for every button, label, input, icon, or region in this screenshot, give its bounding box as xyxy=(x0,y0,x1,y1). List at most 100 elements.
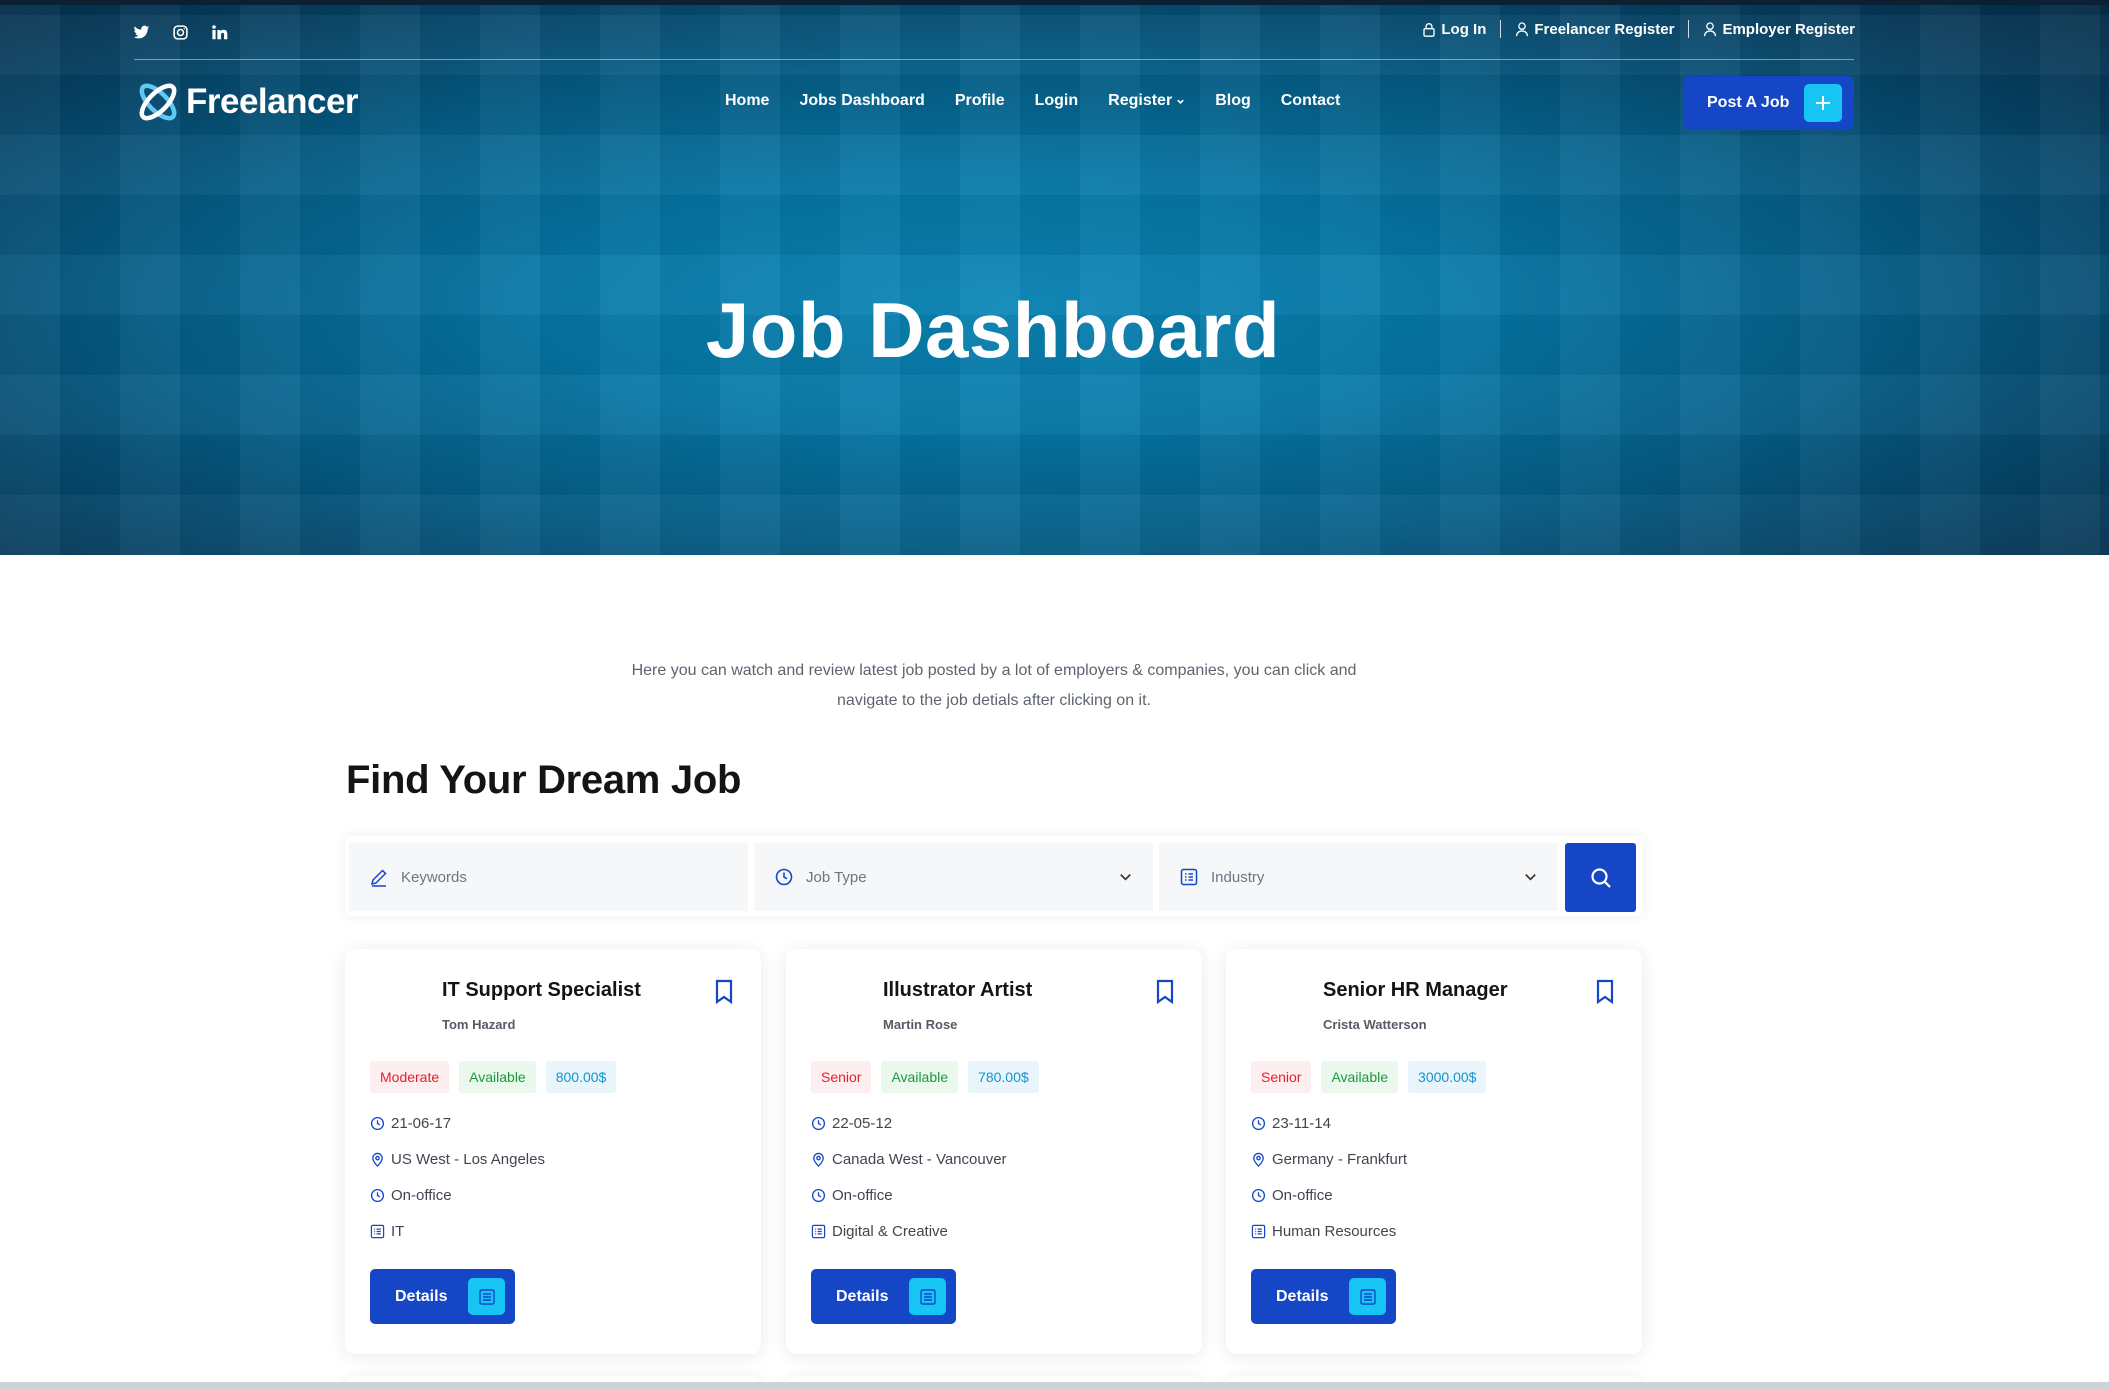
job-location: US West - Los Angeles xyxy=(370,1151,545,1168)
clock-icon xyxy=(775,868,793,886)
freelancer-logo-icon xyxy=(139,83,177,121)
nav-home[interactable]: Home xyxy=(725,92,769,110)
job-mode-text: On-office xyxy=(1272,1187,1333,1204)
search-icon xyxy=(1590,867,1611,888)
keywords-input[interactable]: Keywords xyxy=(349,843,748,911)
details-label: Details xyxy=(395,1287,448,1305)
intro-text: Here you can watch and review latest job… xyxy=(560,656,1428,716)
document-icon xyxy=(468,1278,505,1315)
nav-register[interactable]: Register xyxy=(1108,92,1185,110)
job-date-text: 23-11-14 xyxy=(1272,1115,1331,1132)
search-button[interactable] xyxy=(1565,843,1636,912)
job-date: 23-11-14 xyxy=(1251,1115,1331,1132)
top-auth-links: Log In Freelancer Register Employer Regi… xyxy=(1422,20,1855,38)
status-badge: Available xyxy=(459,1061,536,1093)
document-icon xyxy=(909,1278,946,1315)
clock-icon xyxy=(370,1188,385,1203)
job-industry: IT xyxy=(370,1223,404,1240)
user-icon xyxy=(1704,21,1717,36)
job-card[interactable]: Illustrator Artist Martin Rose Senior Av… xyxy=(786,949,1202,1354)
job-location: Germany - Frankfurt xyxy=(1251,1151,1407,1168)
job-badges: Moderate Available 800.00$ xyxy=(370,1061,617,1093)
price-badge: 800.00$ xyxy=(545,1061,617,1093)
header-divider xyxy=(134,59,1854,60)
details-button[interactable]: Details xyxy=(370,1269,515,1324)
linkedin-icon[interactable] xyxy=(207,20,231,44)
details-label: Details xyxy=(1276,1287,1329,1305)
job-industry-text: Digital & Creative xyxy=(832,1223,948,1240)
hero-banner: Log In Freelancer Register Employer Regi… xyxy=(0,0,2109,555)
nav-blog[interactable]: Blog xyxy=(1215,92,1251,110)
job-location-text: Canada West - Vancouver xyxy=(832,1151,1007,1168)
chevron-down-icon xyxy=(1120,874,1131,881)
status-badge: Available xyxy=(1321,1061,1399,1093)
document-icon xyxy=(1349,1278,1386,1315)
chevron-down-icon xyxy=(1177,99,1184,104)
details-button[interactable]: Details xyxy=(811,1269,956,1324)
job-date: 22-05-12 xyxy=(811,1115,892,1132)
nav-register-label: Register xyxy=(1108,92,1173,109)
job-mode-text: On-office xyxy=(391,1187,452,1204)
job-title: Senior HR Manager xyxy=(1323,979,1508,1001)
location-pin-icon xyxy=(1253,1152,1264,1167)
job-location: Canada West - Vancouver xyxy=(811,1151,1007,1168)
clock-icon xyxy=(1251,1188,1266,1203)
employer-register-link[interactable]: Employer Register xyxy=(1703,21,1855,38)
user-icon xyxy=(1516,21,1529,36)
instagram-icon[interactable] xyxy=(168,20,192,44)
clock-icon xyxy=(811,1116,826,1131)
nav-login[interactable]: Login xyxy=(1035,92,1079,110)
details-button[interactable]: Details xyxy=(1251,1269,1396,1324)
clock-icon xyxy=(370,1116,385,1131)
location-pin-icon xyxy=(372,1152,383,1167)
freelancer-register-link[interactable]: Freelancer Register xyxy=(1515,21,1674,38)
nav-profile[interactable]: Profile xyxy=(955,92,1005,110)
job-industry-text: IT xyxy=(391,1223,405,1240)
horizontal-scrollbar[interactable] xyxy=(0,1382,2109,1389)
job-search-bar: Keywords Job Type Industry xyxy=(345,836,1643,916)
job-title: IT Support Specialist xyxy=(442,979,641,1001)
lock-icon xyxy=(1423,22,1436,37)
freelancer-register-label: Freelancer Register xyxy=(1534,20,1675,38)
bookmark-icon[interactable] xyxy=(713,979,735,1005)
price-badge: 3000.00$ xyxy=(1408,1061,1487,1093)
job-card[interactable]: IT Support Specialist Tom Hazard Moderat… xyxy=(345,949,761,1354)
job-type-select[interactable]: Job Type xyxy=(754,843,1153,911)
job-date-text: 22-05-12 xyxy=(832,1115,893,1132)
list-icon xyxy=(1180,868,1198,886)
divider xyxy=(1688,20,1690,38)
clock-icon xyxy=(811,1188,826,1203)
nav-contact[interactable]: Contact xyxy=(1281,92,1341,110)
section-title: Find Your Dream Job xyxy=(346,758,742,802)
plus-icon xyxy=(1804,84,1842,122)
job-card[interactable]: Senior HR Manager Crista Watterson Senio… xyxy=(1226,949,1642,1354)
logo[interactable]: Freelancer xyxy=(134,78,359,126)
level-badge: Moderate xyxy=(370,1061,450,1093)
nav-jobs-dashboard[interactable]: Jobs Dashboard xyxy=(799,92,924,110)
list-icon xyxy=(370,1224,385,1239)
page-title: Job Dashboard xyxy=(705,286,1281,374)
job-date: 21-06-17 xyxy=(370,1115,451,1132)
divider xyxy=(1500,20,1502,38)
twitter-icon[interactable] xyxy=(129,20,153,44)
job-company: Martin Rose xyxy=(883,1017,958,1032)
location-pin-icon xyxy=(813,1152,824,1167)
intro-line-2: navigate to the job detials after clicki… xyxy=(837,692,1151,709)
post-job-button[interactable]: Post A Job xyxy=(1683,76,1854,130)
status-badge: Available xyxy=(881,1061,959,1093)
bookmark-icon[interactable] xyxy=(1154,979,1176,1005)
job-company: Crista Watterson xyxy=(1323,1017,1427,1032)
logo-text: Freelancer xyxy=(186,82,359,121)
login-link-label: Log In xyxy=(1441,20,1487,38)
employer-register-label: Employer Register xyxy=(1722,20,1855,38)
job-mode: On-office xyxy=(811,1187,893,1204)
bookmark-icon[interactable] xyxy=(1594,979,1616,1005)
job-title: Illustrator Artist xyxy=(883,979,1033,1001)
job-badges: Senior Available 780.00$ xyxy=(811,1061,1039,1093)
list-icon xyxy=(811,1224,826,1239)
industry-select[interactable]: Industry xyxy=(1159,843,1558,911)
level-badge: Senior xyxy=(811,1061,872,1093)
job-date-text: 21-06-17 xyxy=(391,1115,452,1132)
login-link[interactable]: Log In xyxy=(1422,21,1486,38)
price-badge: 780.00$ xyxy=(968,1061,1039,1093)
